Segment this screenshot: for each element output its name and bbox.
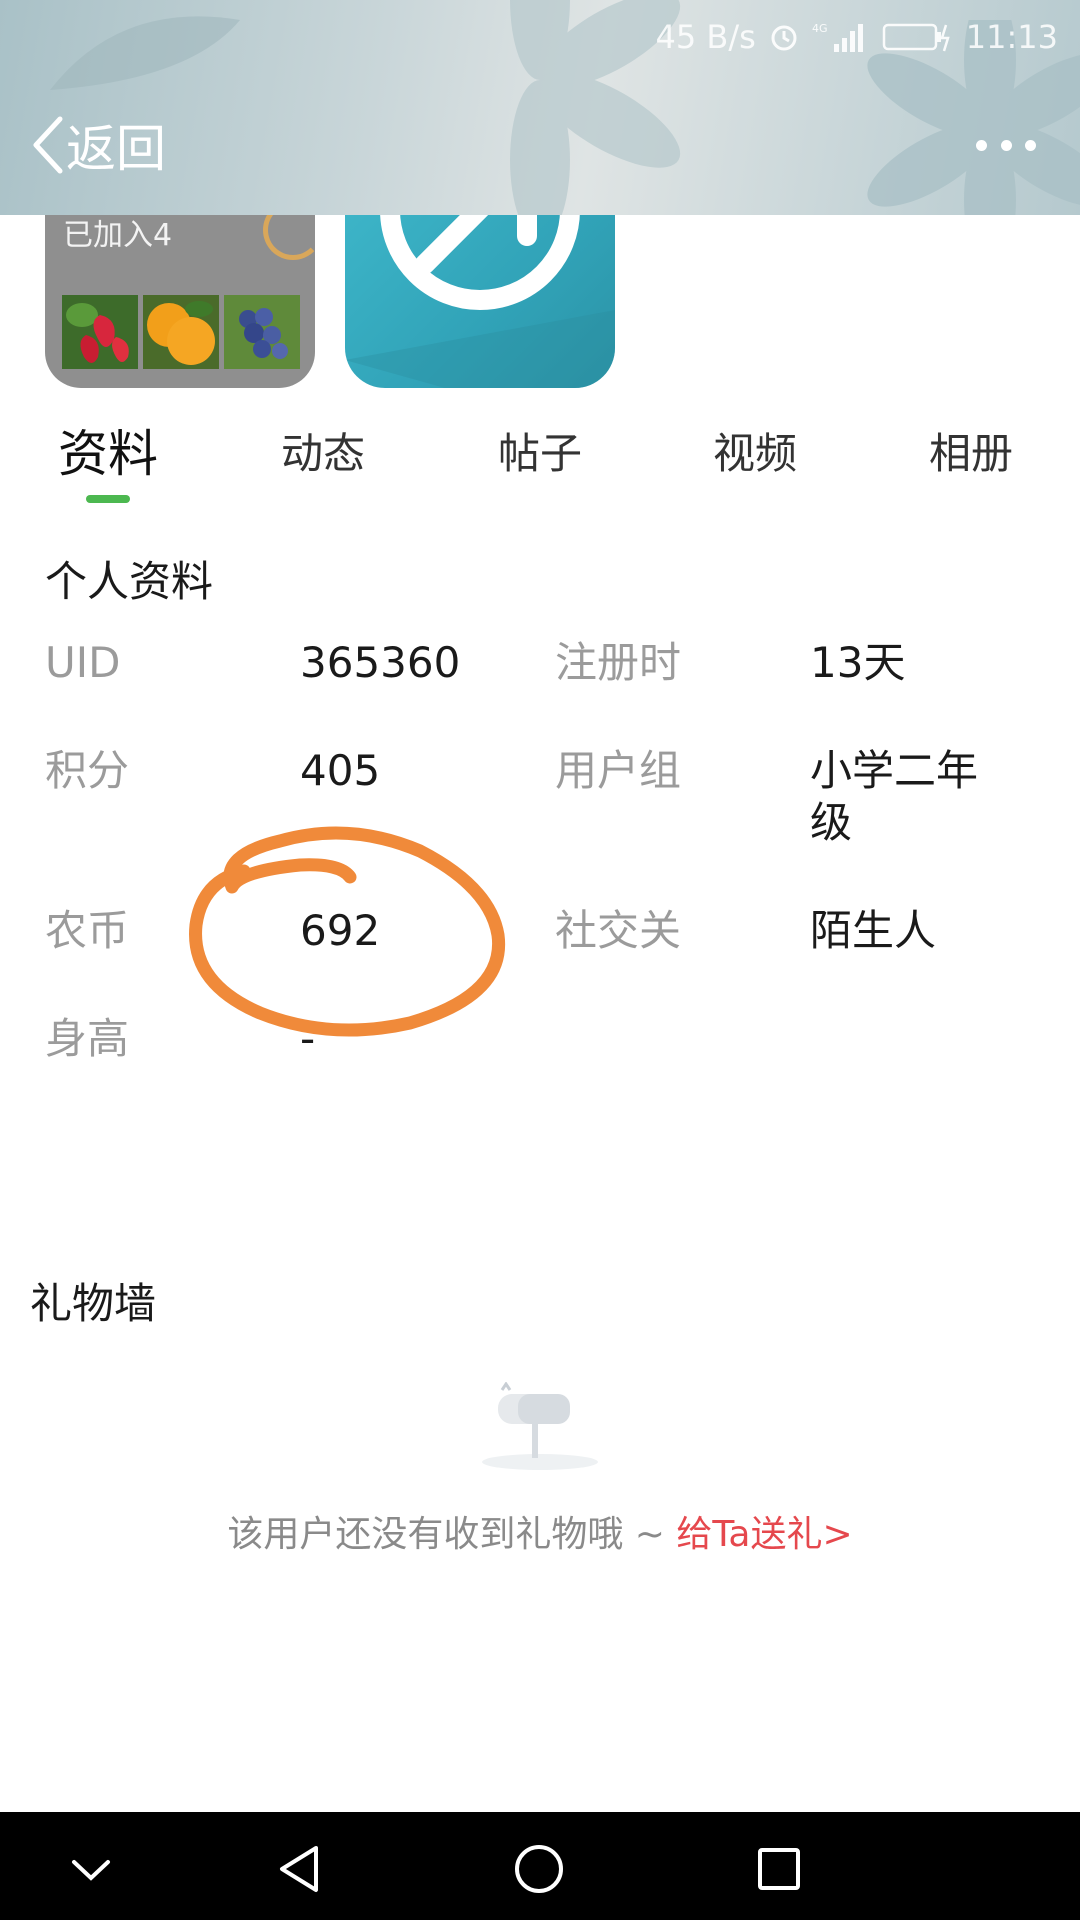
recent-square-icon: [758, 1848, 800, 1890]
nav-recent-button[interactable]: [752, 1842, 806, 1896]
home-circle-icon: [515, 1845, 563, 1893]
signal-icon: 4G: [812, 20, 870, 54]
more-options-button[interactable]: [976, 125, 1036, 165]
more-dot: [1025, 139, 1036, 151]
flower-decoration-icon: [510, 0, 681, 215]
top-header: 45 B/s 4G 11:13 返回: [0, 0, 1080, 215]
field-value-uid: 365360: [300, 638, 461, 687]
tab-album[interactable]: 相册: [929, 420, 1013, 481]
field-label-points: 积分: [45, 746, 130, 795]
more-dot: [1000, 139, 1012, 151]
battery-icon: [882, 21, 954, 53]
strawberry-image: [62, 295, 138, 369]
back-label: 返回: [66, 120, 166, 178]
field-label-register: 注册时: [555, 638, 682, 687]
back-button[interactable]: 返回: [30, 112, 166, 178]
field-label-coins: 农币: [45, 906, 130, 955]
field-value-usergroup: 小学二年级: [810, 746, 979, 847]
field-value-points: 405: [300, 746, 381, 795]
group-thumbnails: [62, 295, 300, 369]
net-speed: 45 B/s: [655, 18, 756, 56]
field-value-coins: 692: [300, 906, 381, 955]
send-gift-link[interactable]: 给Ta送礼>: [676, 1514, 852, 1555]
system-nav-bar: [0, 1812, 1080, 1920]
field-label-uid: UID: [45, 638, 121, 687]
alarm-icon: [768, 21, 800, 53]
nav-collapse-button[interactable]: [64, 1842, 118, 1896]
more-dot: [976, 139, 987, 151]
back-triangle-icon: [280, 1846, 318, 1892]
svg-text:4G: 4G: [812, 22, 828, 35]
status-bar: 45 B/s 4G 11:13: [655, 14, 1058, 60]
orange-image: [143, 295, 219, 369]
chevron-left-icon: [33, 116, 63, 174]
field-value-height: -: [300, 1014, 316, 1063]
gift-empty-message: 该用户还没有收到礼物哦 ~ 给Ta送礼>: [0, 1505, 1080, 1557]
tab-profile[interactable]: 资料: [58, 414, 158, 486]
gift-wall-title: 礼物墙: [30, 1279, 157, 1328]
profile-tabs: 资料 动态 帖子 视频 相册: [0, 420, 1080, 510]
gift-empty-text: 该用户还没有收到礼物哦 ~: [227, 1514, 677, 1555]
nav-back-button[interactable]: [272, 1842, 326, 1896]
field-label-usergroup: 用户组: [555, 746, 682, 795]
tab-videos[interactable]: 视频: [713, 420, 797, 481]
profile-section-title: 个人资料: [45, 557, 214, 606]
tab-activity[interactable]: 动态: [281, 420, 365, 481]
chevron-down-icon: [72, 1860, 110, 1881]
mailbox-icon: [482, 1382, 598, 1470]
field-value-relation: 陌生人: [810, 906, 937, 955]
tab-posts[interactable]: 帖子: [498, 420, 582, 481]
field-label-relation: 社交关: [555, 906, 682, 955]
field-value-register: 13天: [810, 638, 906, 687]
active-tab-indicator: [86, 495, 130, 503]
nav-home-button[interactable]: [512, 1842, 566, 1896]
field-label-height: 身高: [45, 1014, 130, 1063]
leaf-decoration-icon: [50, 16, 240, 90]
group-joined-count: 已加入4: [63, 218, 173, 253]
blueberry-image: [224, 295, 300, 369]
clock: 11:13: [965, 18, 1058, 56]
